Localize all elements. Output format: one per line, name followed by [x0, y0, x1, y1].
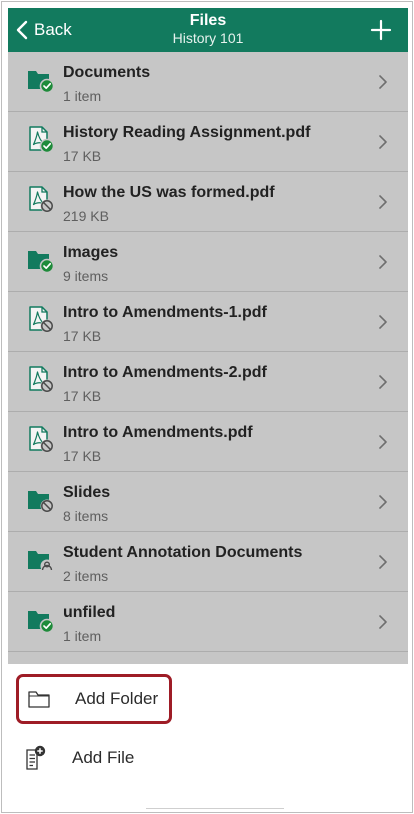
- file-list: Documents 1 item History Reading Assignmen…: [8, 52, 408, 664]
- pdf-unpublished-icon: [29, 306, 54, 333]
- file-meta: 17 KB: [63, 328, 102, 344]
- screen: Back Files History 101 Documents 1 item Hi…: [1, 1, 413, 813]
- file-name: History Reading Assignment.pdf: [63, 124, 311, 141]
- file-row[interactable]: How the US was formed.pdf 219 KB: [8, 172, 408, 232]
- folder-published-icon: [28, 71, 55, 93]
- file-meta: 8 items: [63, 508, 109, 524]
- pdf-published-icon: [29, 126, 55, 153]
- chevron-right-icon: [379, 75, 387, 89]
- file-name: Student Annotation Documents: [63, 544, 303, 561]
- folder-published-icon: [28, 611, 55, 633]
- action-sheet: Add Folder Add File: [8, 664, 408, 812]
- title-block: Files History 101: [8, 12, 408, 47]
- file-row[interactable]: Documents 1 item: [8, 52, 408, 112]
- file-meta: 17 KB: [63, 448, 102, 464]
- file-meta: 2 items: [63, 568, 109, 584]
- nav-bar: Back Files History 101: [8, 8, 408, 52]
- file-name: Images: [63, 244, 119, 261]
- file-name: unfiled: [63, 604, 116, 621]
- file-row[interactable]: Intro to Amendments-2.pdf 17 KB: [8, 352, 408, 412]
- file-row[interactable]: Slides 8 items: [8, 472, 408, 532]
- chevron-right-icon: [379, 435, 387, 449]
- file-meta: 1 item: [63, 628, 102, 644]
- file-row[interactable]: History Reading Assignment.pdf 17 KB: [8, 112, 408, 172]
- chevron-right-icon: [379, 555, 387, 569]
- file-meta: 17 KB: [63, 148, 102, 164]
- page-title: Files: [189, 12, 227, 29]
- chevron-right-icon: [379, 375, 387, 389]
- add-file-button[interactable]: Add File: [16, 733, 172, 783]
- file-row[interactable]: Intro to Amendments.pdf 17 KB: [8, 412, 408, 472]
- file-meta: 17 KB: [63, 388, 102, 404]
- file-row[interactable]: Images 9 items: [8, 232, 408, 292]
- chevron-right-icon: [379, 495, 387, 509]
- file-name: Intro to Amendments-2.pdf: [63, 364, 267, 381]
- file-row[interactable]: Student Annotation Documents 2 items: [8, 532, 408, 592]
- pdf-unpublished-icon: [29, 186, 54, 213]
- add-folder-label: Add Folder: [75, 689, 159, 708]
- folder-published-icon: [28, 251, 55, 273]
- chevron-right-icon: [379, 135, 387, 149]
- chevron-right-icon: [379, 315, 387, 329]
- file-meta: 219 KB: [63, 208, 109, 224]
- chevron-right-icon: [379, 615, 387, 629]
- pdf-unpublished-icon: [29, 426, 54, 453]
- course-subtitle: History 101: [172, 30, 244, 46]
- chevron-right-icon: [379, 195, 387, 209]
- file-meta: 1 item: [63, 88, 102, 104]
- add-icon[interactable]: [370, 19, 392, 41]
- file-name: How the US was formed.pdf: [63, 184, 275, 201]
- add-file-label: Add File: [72, 748, 135, 767]
- file-row[interactable]: Intro to Amendments-1.pdf 17 KB: [8, 292, 408, 352]
- folder-restricted-icon: [28, 551, 54, 573]
- file-meta: 9 items: [63, 268, 109, 284]
- file-name: Intro to Amendments.pdf: [63, 424, 253, 441]
- file-name: Slides: [63, 484, 111, 501]
- pdf-unpublished-icon: [29, 366, 54, 393]
- chevron-right-icon: [379, 255, 387, 269]
- file-row[interactable]: unfiled 1 item: [8, 592, 408, 652]
- folder-outline-icon: [28, 691, 50, 708]
- home-indicator: [146, 808, 284, 809]
- folder-unpublished-icon: [28, 491, 54, 513]
- add-document-icon: [26, 745, 46, 770]
- file-name: Documents: [63, 64, 151, 81]
- add-folder-button[interactable]: Add Folder: [16, 674, 172, 724]
- file-name: Intro to Amendments-1.pdf: [63, 304, 267, 321]
